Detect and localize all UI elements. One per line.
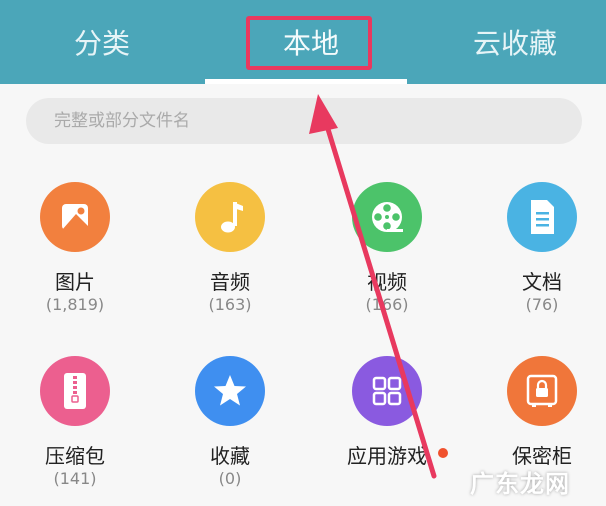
safe-lock-icon [507, 356, 577, 426]
image-icon [40, 182, 110, 252]
category-item-images[interactable]: 图片 (1,819) [0, 182, 150, 332]
category-count: (1,819) [45, 295, 105, 314]
music-note-icon [195, 182, 265, 252]
category-count: (0) [218, 469, 242, 488]
main-content: 完整或部分文件名 图片 (1,819) 音频 (163) 视频 (166) 文档… [0, 84, 606, 506]
tab-bar: 分类 本地 云收藏 [0, 0, 606, 84]
tab-local[interactable]: 本地 [248, 24, 374, 64]
category-label: 图片 [55, 270, 95, 294]
document-icon [507, 182, 577, 252]
category-item-audio[interactable]: 音频 (163) [155, 182, 305, 332]
film-reel-icon [352, 182, 422, 252]
zip-file-icon [40, 356, 110, 426]
category-count: (163) [208, 295, 252, 314]
category-label: 音频 [210, 270, 250, 294]
category-item-favorites[interactable]: 收藏 (0) [155, 356, 305, 506]
search-placeholder: 完整或部分文件名 [54, 111, 190, 131]
tab-category[interactable]: 分类 [40, 24, 164, 64]
watermark-text: 广东龙网 [470, 470, 570, 498]
category-count: (166) [365, 295, 409, 314]
category-label: 视频 [367, 270, 407, 294]
apps-grid-icon [352, 356, 422, 426]
category-label: 压缩包 [45, 444, 105, 468]
category-count: (141) [53, 469, 97, 488]
star-icon [195, 356, 265, 426]
search-input[interactable]: 完整或部分文件名 [26, 98, 582, 144]
category-item-archives[interactable]: 压缩包 (141) [0, 356, 150, 506]
category-item-documents[interactable]: 文档 (76) [467, 182, 606, 332]
category-label: 收藏 [210, 444, 250, 468]
category-item-video[interactable]: 视频 (166) [312, 182, 462, 332]
new-badge-dot [438, 448, 448, 458]
category-count: (76) [525, 295, 559, 314]
category-item-apps-games[interactable]: 应用游戏 [312, 356, 462, 506]
category-label: 文档 [522, 270, 562, 294]
tab-cloud-favorites[interactable]: 云收藏 [450, 24, 580, 64]
